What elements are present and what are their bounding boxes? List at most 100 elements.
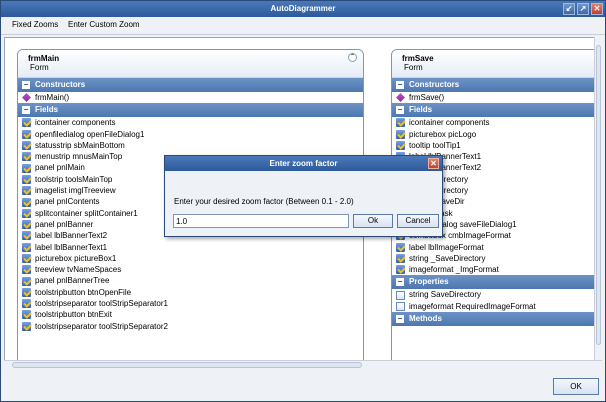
property-icon	[396, 290, 405, 300]
member-row[interactable]: treeview tvNameSpaces	[18, 264, 363, 276]
field-icon	[396, 265, 405, 275]
member-label: treeview tvNameSpaces	[35, 265, 122, 275]
member-row[interactable]: toolstripbutton btnOpenFile	[18, 286, 363, 299]
member-row[interactable]: frmMain()	[18, 92, 363, 104]
menu-fixed-zooms[interactable]: Fixed Zooms	[12, 20, 58, 29]
minus-icon[interactable]: −	[22, 81, 30, 89]
class-header: frmSave Form	[392, 50, 601, 78]
member-label: picturebox pictureBox1	[35, 253, 117, 263]
maximize-icon[interactable]: ↗	[577, 3, 589, 15]
field-icon	[396, 254, 405, 263]
member-row[interactable]: string _SaveDirectory	[392, 252, 601, 265]
minus-icon[interactable]: −	[22, 106, 30, 115]
member-label: toolstripseparator toolStripSeparator1	[35, 299, 168, 309]
member-row[interactable]: statusstrip sbMainBottom	[18, 139, 363, 152]
field-icon	[22, 208, 31, 218]
member-label: label lblBannerText2	[35, 231, 108, 241]
field-icon	[22, 220, 31, 230]
minus-icon[interactable]: −	[396, 278, 404, 287]
ok-button[interactable]: OK	[553, 378, 599, 395]
section-label: Constructors	[35, 80, 86, 89]
class-kind: Form	[404, 63, 423, 72]
field-icon	[22, 310, 31, 320]
field-icon	[396, 118, 405, 128]
member-row[interactable]: label lblBannerText1	[18, 241, 363, 253]
section-header-properties[interactable]: − Properties	[392, 275, 601, 290]
zoom-dialog: Enter zoom factor ✕ Enter your desired z…	[164, 155, 443, 237]
member-row[interactable]: imageformat _ImgFormat	[392, 264, 601, 276]
member-row[interactable]: string SaveDirectory	[392, 289, 601, 301]
field-icon	[22, 197, 31, 207]
dialog-ok-button[interactable]: Ok	[353, 214, 393, 228]
method-icon	[396, 93, 405, 103]
field-icon	[22, 186, 31, 196]
restore-icon[interactable]: ↙	[563, 3, 575, 15]
field-icon	[22, 321, 31, 331]
close-icon[interactable]: ✕	[591, 3, 603, 15]
vertical-scroll-thumb[interactable]	[596, 45, 601, 345]
section-label: Fields	[35, 105, 59, 115]
member-row[interactable]: panel pnlBannerTree	[18, 275, 363, 287]
member-label: picturebox picLogo	[409, 129, 477, 139]
field-icon	[22, 118, 31, 128]
section-header-fields[interactable]: − Fields	[392, 103, 601, 118]
dialog-cancel-button[interactable]: Cancel	[397, 214, 439, 228]
method-icon	[22, 93, 31, 103]
member-row[interactable]: icontainer components	[392, 117, 601, 129]
minus-icon[interactable]: −	[396, 315, 404, 324]
member-label: imageformat RequiredImageFormat	[409, 301, 536, 311]
member-row[interactable]: label lblImageFormat	[392, 241, 601, 253]
member-label: panel pnlBannerTree	[35, 276, 110, 286]
field-icon	[22, 174, 31, 184]
section-header-constructors[interactable]: − Constructors	[18, 78, 363, 92]
field-icon	[22, 152, 31, 162]
dialog-title-bar: Enter zoom factor ✕	[165, 156, 442, 171]
minus-icon[interactable]: −	[396, 81, 404, 89]
property-icon	[396, 301, 405, 311]
member-label: splitcontainer splitContainer1	[35, 208, 138, 218]
section-header-constructors[interactable]: − Constructors	[392, 78, 601, 92]
class-header: frmMain Form ⌃	[18, 50, 363, 78]
dialog-prompt: Enter your desired zoom factor (Between …	[174, 197, 354, 206]
member-row[interactable]: imageformat RequiredImageFormat	[392, 300, 601, 313]
member-row[interactable]: toolstripbutton btnExit	[18, 309, 363, 321]
field-icon	[22, 163, 31, 173]
member-label: panel pnlMain	[35, 163, 85, 173]
menu-enter-custom-zoom[interactable]: Enter Custom Zoom	[68, 20, 140, 29]
horizontal-scrollbar[interactable]	[4, 360, 602, 369]
member-row[interactable]: picturebox pictureBox1	[18, 252, 363, 265]
member-label: imagelist imglTreeview	[35, 186, 116, 196]
section-label: Constructors	[409, 80, 460, 89]
window-title: AutoDiagrammer	[270, 4, 336, 13]
minus-icon[interactable]: −	[396, 106, 404, 115]
member-row[interactable]: tooltip toolTip1	[392, 139, 601, 152]
field-icon	[22, 265, 31, 275]
field-icon	[396, 242, 405, 252]
field-icon	[22, 276, 31, 286]
class-name: frmMain	[28, 54, 60, 63]
member-row[interactable]: toolstripseparator toolStripSeparator2	[18, 320, 363, 332]
member-row[interactable]: openfiledialog openFileDialog1	[18, 128, 363, 140]
dialog-close-icon[interactable]: ✕	[428, 158, 439, 169]
member-label: label lblBannerText1	[35, 242, 108, 252]
collapse-icon[interactable]: ⌃	[348, 53, 357, 62]
member-label: frmSave()	[409, 93, 445, 102]
horizontal-scroll-thumb[interactable]	[12, 362, 362, 368]
section-header-fields[interactable]: − Fields	[18, 103, 363, 118]
member-row[interactable]: picturebox picLogo	[392, 128, 601, 140]
field-icon	[22, 141, 31, 151]
vertical-scrollbar[interactable]	[594, 37, 602, 360]
member-row[interactable]: icontainer components	[18, 117, 363, 129]
field-icon	[22, 231, 31, 241]
section-header-methods[interactable]: − Methods	[392, 312, 601, 327]
field-icon	[396, 141, 405, 151]
member-row[interactable]: toolstripseparator toolStripSeparator1	[18, 298, 363, 310]
dialog-title: Enter zoom factor	[269, 159, 338, 168]
zoom-factor-input[interactable]	[173, 214, 349, 228]
member-label: tooltip toolTip1	[409, 140, 461, 150]
class-kind: Form	[30, 63, 49, 72]
member-row[interactable]: frmSave()	[392, 92, 601, 104]
member-label: string _SaveDirectory	[409, 253, 486, 263]
section-label: Fields	[409, 105, 433, 115]
field-icon	[22, 242, 31, 252]
